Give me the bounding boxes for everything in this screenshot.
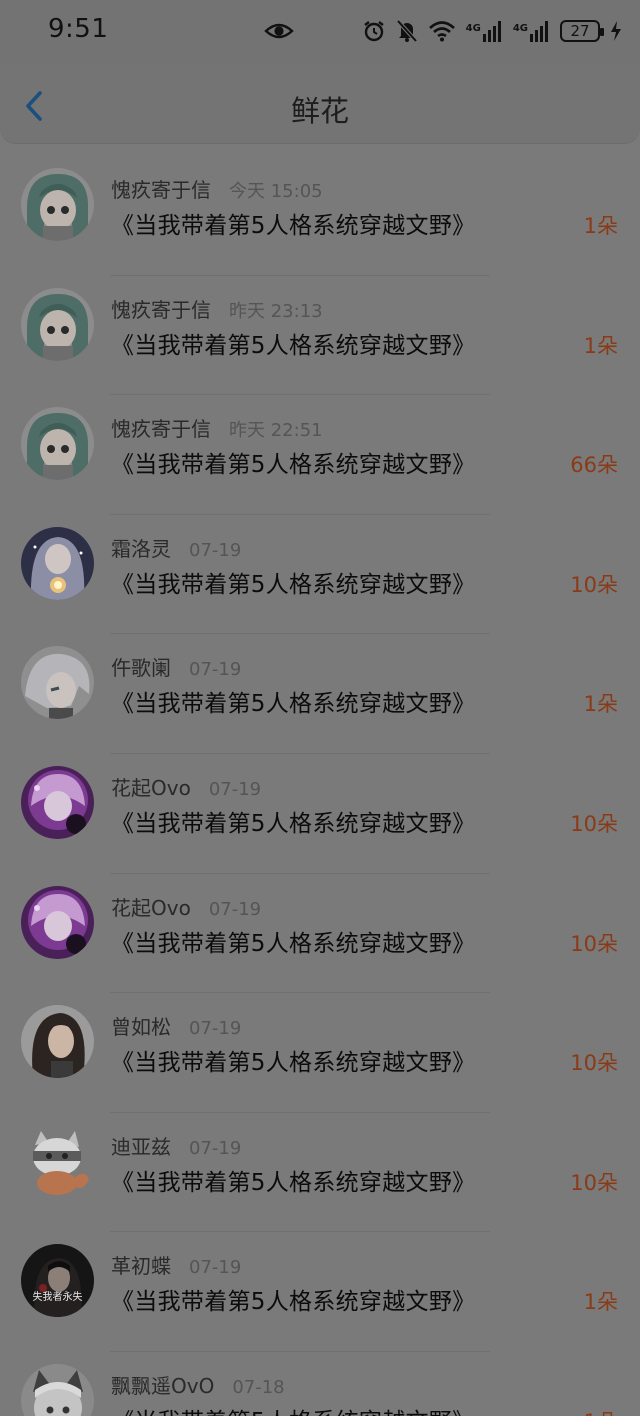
timestamp: 今天 15:05 (229, 181, 323, 202)
book-title[interactable]: 《当我带着第5人格系统穿越文野》 (111, 924, 475, 958)
username[interactable]: 愧疚寄于信 (111, 413, 211, 442)
timestamp: 07-19 (208, 778, 262, 800)
battery-level: 27 (570, 22, 590, 40)
book-title[interactable]: 《当我带着第5人格系统穿越文野》 (111, 1402, 475, 1416)
avatar-purple-girl[interactable] (21, 885, 94, 959)
username[interactable]: 飘飘遥OvO (111, 1370, 214, 1399)
username[interactable]: 迪亚兹 (111, 1131, 171, 1160)
row-header: 飘飘遥OvO 07-18 (111, 1370, 285, 1399)
eye-icon (264, 23, 294, 39)
username[interactable]: 革初蝶 (111, 1250, 171, 1279)
list-item[interactable]: 愧疚寄于信 昨天 22:51 《当我带着第5人格系统穿越文野》 66朵 (0, 395, 640, 515)
list-item[interactable]: 花起Ovo 07-19 《当我带着第5人格系统穿越文野》 10朵 (0, 874, 640, 994)
row-header: 霜洛灵 07-19 (111, 533, 242, 562)
username[interactable]: 霜洛灵 (111, 533, 171, 562)
timestamp: 07-18 (232, 1376, 285, 1398)
battery-icon: 27 (560, 20, 604, 42)
username[interactable]: 愧疚寄于信 (111, 294, 211, 323)
avatar-cat-sticker[interactable] (21, 1124, 94, 1198)
flower-count: 1朵 (583, 692, 618, 717)
signal-group-1: 4G (466, 20, 503, 42)
network-type-label: 4G (512, 23, 528, 34)
row-header: 愧疚寄于信 今天 15:05 (111, 174, 323, 203)
list-item[interactable]: 霜洛灵 07-19 《当我带着第5人格系统穿越文野》 10朵 (0, 515, 640, 635)
status-bar: 9:51 4G 4G 27 (0, 0, 640, 64)
flower-count: 1朵 (583, 333, 618, 358)
book-title[interactable]: 《当我带着第5人格系统穿越文野》 (111, 326, 475, 360)
timestamp: 昨天 22:51 (229, 420, 323, 442)
flower-count: 66朵 (570, 453, 618, 478)
list-item[interactable]: 迪亚兹 07-19 《当我带着第5人格系统穿越文野》 10朵 (0, 1113, 640, 1233)
screen: 9:51 4G 4G 27 鲜花 愧疚寄于信 今天 15:05 《当我带着第5人… (0, 0, 640, 1416)
timestamp: 07-19 (189, 1018, 242, 1040)
mute-icon (396, 19, 418, 43)
username[interactable]: 花起Ovo (111, 892, 191, 921)
avatar-green-hair-girl[interactable] (21, 287, 94, 361)
list-item[interactable]: 愧疚寄于信 昨天 23:13 《当我带着第5人格系统穿越文野》 1朵 (0, 276, 640, 396)
username[interactable]: 愧疚寄于信 (111, 174, 211, 203)
timestamp: 07-19 (189, 1137, 242, 1159)
book-title[interactable]: 《当我带着第5人格系统穿越文野》 (111, 684, 475, 718)
row-header: 花起Ovo 07-19 (111, 772, 262, 801)
avatar-dark-portrait[interactable]: 失我者永失 (21, 1244, 94, 1318)
timestamp: 07-19 (189, 1257, 242, 1279)
row-header: 愧疚寄于信 昨天 22:51 (111, 413, 323, 442)
row-header: 愧疚寄于信 昨天 23:13 (111, 294, 323, 323)
row-header: 迪亚兹 07-19 (111, 1131, 242, 1160)
timestamp: 昨天 23:13 (229, 300, 323, 322)
avatar-silver-hair-boy[interactable] (21, 646, 94, 720)
book-title[interactable]: 《当我带着第5人格系统穿越文野》 (111, 1163, 475, 1197)
book-title[interactable]: 《当我带着第5人格系统穿越文野》 (111, 206, 475, 240)
avatar-cat-ear-girl[interactable] (21, 1363, 94, 1416)
signal-group-2: 4G (513, 20, 550, 42)
network-type-label: 4G (465, 23, 481, 34)
row-header: 革初蝶 07-19 (111, 1250, 242, 1279)
timestamp: 07-19 (189, 659, 242, 681)
username[interactable]: 花起Ovo (111, 772, 191, 801)
flower-count: 10朵 (570, 811, 618, 836)
list-item[interactable]: 飘飘遥OvO 07-18 《当我带着第5人格系统穿越文野》 1朵 (0, 1352, 640, 1416)
row-header: 花起Ovo 07-19 (111, 892, 262, 921)
nav-bar: 鲜花 (0, 64, 640, 144)
list-item[interactable]: 仵歌阑 07-19 《当我带着第5人格系统穿越文野》 1朵 (0, 634, 640, 754)
flower-count: 10朵 (570, 572, 618, 597)
flower-count: 10朵 (570, 931, 618, 956)
flower-count: 1朵 (583, 1290, 618, 1315)
status-icons: 4G 4G 27 (362, 17, 622, 45)
username[interactable]: 曾如松 (111, 1011, 171, 1040)
charging-icon (611, 21, 621, 41)
timestamp: 07-19 (189, 539, 242, 561)
flower-gift-list: 愧疚寄于信 今天 15:05 《当我带着第5人格系统穿越文野》 1朵 愧疚寄于信… (0, 156, 640, 1416)
flower-count: 1朵 (583, 214, 618, 238)
row-header: 曾如松 07-19 (111, 1011, 242, 1040)
avatar-starlight-girl[interactable] (21, 526, 94, 600)
signal-icon (530, 21, 548, 42)
alarm-icon (363, 21, 384, 42)
book-title[interactable]: 《当我带着第5人格系统穿越文野》 (111, 565, 475, 599)
page-title: 鲜花 (290, 94, 349, 128)
book-title[interactable]: 《当我带着第5人格系统穿越文野》 (111, 445, 475, 479)
username[interactable]: 仵歌阑 (111, 652, 171, 681)
wifi-icon (428, 21, 455, 42)
avatar-caption: 失我者永失 (32, 1292, 83, 1304)
list-item[interactable]: 花起Ovo 07-19 《当我带着第5人格系统穿越文野》 10朵 (0, 754, 640, 874)
avatar-long-hair-woman[interactable] (21, 1005, 94, 1079)
list-item[interactable]: 失我者永失 革初蝶 07-19 《当我带着第5人格系统穿越文野》 1朵 (0, 1232, 640, 1352)
book-title[interactable]: 《当我带着第5人格系统穿越文野》 (111, 1282, 475, 1316)
book-title[interactable]: 《当我带着第5人格系统穿越文野》 (111, 1043, 475, 1077)
flower-count: 10朵 (570, 1051, 618, 1076)
list-item[interactable]: 曾如松 07-19 《当我带着第5人格系统穿越文野》 10朵 (0, 993, 640, 1113)
avatar-green-hair-girl[interactable] (21, 407, 94, 481)
flower-count: 10朵 (570, 1170, 618, 1195)
status-time: 9:51 (48, 14, 109, 44)
flower-count: 1朵 (584, 1406, 618, 1416)
list-item[interactable]: 愧疚寄于信 今天 15:05 《当我带着第5人格系统穿越文野》 1朵 (0, 156, 640, 276)
avatar-purple-girl[interactable] (21, 765, 94, 839)
timestamp: 07-19 (208, 898, 262, 920)
signal-icon (482, 21, 501, 42)
row-header: 仵歌阑 07-19 (111, 652, 242, 681)
book-title[interactable]: 《当我带着第5人格系统穿越文野》 (111, 804, 475, 838)
avatar-green-hair-girl[interactable] (21, 168, 94, 241)
